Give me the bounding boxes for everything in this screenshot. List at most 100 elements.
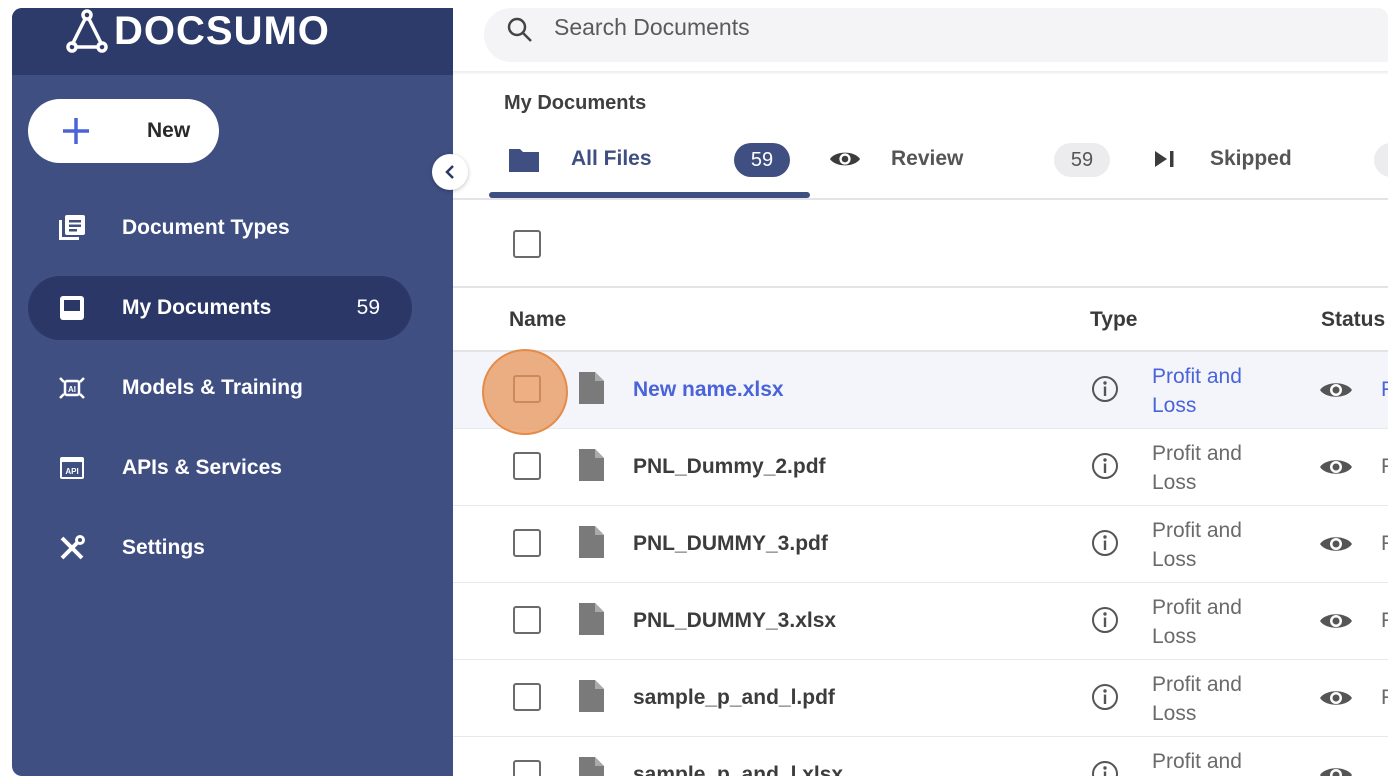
eye-icon[interactable]	[1319, 687, 1353, 709]
row-checkbox[interactable]	[513, 452, 541, 480]
info-icon[interactable]	[1090, 759, 1120, 776]
eye-icon[interactable]	[1319, 764, 1353, 776]
brand-logo[interactable]: DOCSUMO	[66, 8, 330, 53]
app-window: DOCSUMO New Document Types My Documents …	[12, 8, 1388, 776]
sidebar: DOCSUMO New Document Types My Documents …	[12, 8, 453, 776]
column-header-name[interactable]: Name	[509, 308, 566, 332]
info-icon[interactable]	[1090, 374, 1120, 404]
eye-icon[interactable]	[1319, 533, 1353, 555]
file-icon	[579, 680, 604, 712]
toolbar-divider	[453, 286, 1388, 288]
tab-review[interactable]: Review 59	[829, 139, 1119, 179]
plus-icon	[63, 118, 89, 144]
sidebar-item-models-training[interactable]: AI Models & Training	[28, 356, 412, 420]
tab-label: Review	[891, 147, 964, 170]
document-type-link[interactable]: Profit and Loss	[1152, 362, 1272, 420]
row-checkbox[interactable]	[513, 683, 541, 711]
file-icon	[579, 372, 604, 404]
sidebar-item-settings[interactable]: Settings	[28, 516, 412, 580]
tools-icon	[60, 535, 85, 560]
select-all-checkbox[interactable]	[513, 230, 541, 258]
table-row[interactable]: PNL_DUMMY_3.pdf Profit and Loss F	[453, 506, 1388, 583]
svg-text:AI: AI	[68, 385, 76, 394]
tab-label: All Files	[571, 147, 652, 170]
info-icon[interactable]	[1090, 682, 1120, 712]
brand-name: DOCSUMO	[114, 8, 330, 53]
inbox-icon	[60, 296, 84, 320]
sidebar-item-label: APIs & Services	[122, 456, 282, 479]
header-divider	[453, 71, 1388, 75]
column-header-status[interactable]: Status	[1321, 308, 1385, 332]
chevron-left-icon	[445, 165, 454, 179]
status-text: F	[1381, 455, 1388, 478]
main-content: Search Documents My Documents All Files …	[453, 8, 1388, 776]
eye-icon[interactable]	[1319, 610, 1353, 632]
file-icon	[579, 757, 604, 776]
tab-count-badge: 59	[1054, 143, 1110, 177]
docsumo-logo-icon	[66, 8, 108, 53]
new-button[interactable]: New	[28, 99, 219, 163]
file-name[interactable]: sample_p_and_l.pdf	[633, 686, 835, 710]
tab-all-files[interactable]: All Files 59	[505, 139, 805, 179]
sidebar-item-my-documents[interactable]: My Documents 59	[28, 276, 412, 340]
status-text: F	[1381, 532, 1388, 555]
sidebar-item-apis-services[interactable]: API APIs & Services	[28, 436, 412, 500]
table-row[interactable]: sample_p_and_l.xlsx Profit and	[453, 737, 1388, 776]
sidebar-item-document-types[interactable]: Document Types	[28, 196, 412, 260]
table-row[interactable]: sample_p_and_l.pdf Profit and Loss F	[453, 660, 1388, 737]
file-name[interactable]: PNL_DUMMY_3.xlsx	[633, 609, 836, 633]
row-checkbox[interactable]	[513, 529, 541, 557]
tab-count-badge	[1374, 143, 1388, 177]
table-row[interactable]: PNL_DUMMY_3.xlsx Profit and Loss F	[453, 583, 1388, 660]
file-icon	[579, 526, 604, 558]
tab-label: Skipped	[1210, 147, 1292, 170]
eye-icon[interactable]	[1319, 379, 1353, 401]
skip-icon	[1155, 151, 1174, 167]
file-name-link[interactable]: New name.xlsx	[633, 378, 784, 402]
folder-icon	[509, 149, 539, 172]
search-bar[interactable]: Search Documents	[484, 8, 1388, 62]
document-types-icon	[59, 215, 85, 240]
breadcrumb: My Documents	[504, 92, 647, 114]
status-text: F	[1381, 378, 1388, 401]
document-type: Profit and Loss	[1152, 442, 1242, 494]
ai-model-icon: AI	[59, 377, 85, 399]
sidebar-item-count: 59	[356, 296, 380, 319]
svg-text:API: API	[65, 467, 78, 476]
file-name[interactable]: sample_p_and_l.xlsx	[633, 763, 843, 776]
row-checkbox[interactable]	[513, 606, 541, 634]
table-row[interactable]: New name.xlsx Profit and Loss F	[453, 352, 1388, 429]
status-text: F	[1381, 609, 1388, 632]
document-type: Profit and Loss	[1152, 673, 1242, 725]
document-type: Profit and Loss	[1152, 596, 1242, 648]
document-type: Profit and	[1152, 750, 1242, 773]
table-row[interactable]: PNL_Dummy_2.pdf Profit and Loss F	[453, 429, 1388, 506]
sidebar-item-label: Models & Training	[122, 376, 303, 399]
column-header-type[interactable]: Type	[1090, 308, 1137, 332]
logo-bar: DOCSUMO	[12, 8, 453, 75]
tabs-divider	[453, 198, 1388, 200]
new-button-label: New	[147, 119, 191, 142]
file-icon	[579, 449, 604, 481]
eye-icon[interactable]	[1319, 456, 1353, 478]
search-input[interactable]: Search Documents	[554, 14, 750, 41]
row-checkbox[interactable]	[513, 760, 541, 776]
document-type: Profit and Loss	[1152, 519, 1242, 571]
tab-skipped[interactable]: Skipped	[1153, 139, 1388, 179]
file-name[interactable]: PNL_DUMMY_3.pdf	[633, 532, 828, 556]
click-highlight-marker	[482, 349, 568, 435]
tab-count-badge: 59	[734, 143, 790, 177]
info-icon[interactable]	[1090, 528, 1120, 558]
info-icon[interactable]	[1090, 451, 1120, 481]
eye-icon	[829, 152, 861, 166]
file-icon	[579, 603, 604, 635]
status-text: F	[1381, 686, 1388, 709]
api-icon: API	[60, 457, 84, 479]
sidebar-item-label: Document Types	[122, 216, 290, 239]
sidebar-item-label: Settings	[122, 536, 205, 559]
info-icon[interactable]	[1090, 605, 1120, 635]
collapse-sidebar-button[interactable]	[432, 154, 468, 190]
search-icon	[507, 17, 532, 42]
sidebar-item-label: My Documents	[122, 296, 272, 319]
file-name[interactable]: PNL_Dummy_2.pdf	[633, 455, 826, 479]
